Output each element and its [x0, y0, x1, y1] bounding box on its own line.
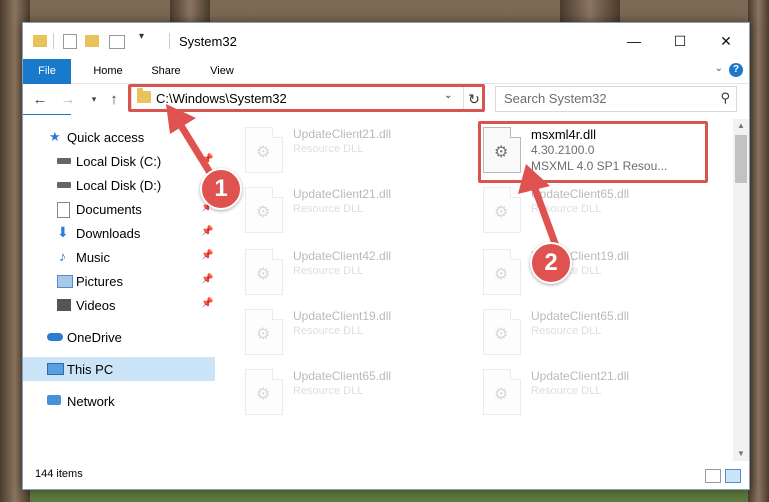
arrow-2-head	[518, 164, 550, 194]
callout-1: 1	[200, 168, 242, 210]
annotation-arrows	[166, 104, 560, 250]
callout-2: 2	[530, 242, 572, 284]
arrow-2-shaft	[530, 182, 560, 250]
arrow-1-shaft	[176, 120, 216, 180]
